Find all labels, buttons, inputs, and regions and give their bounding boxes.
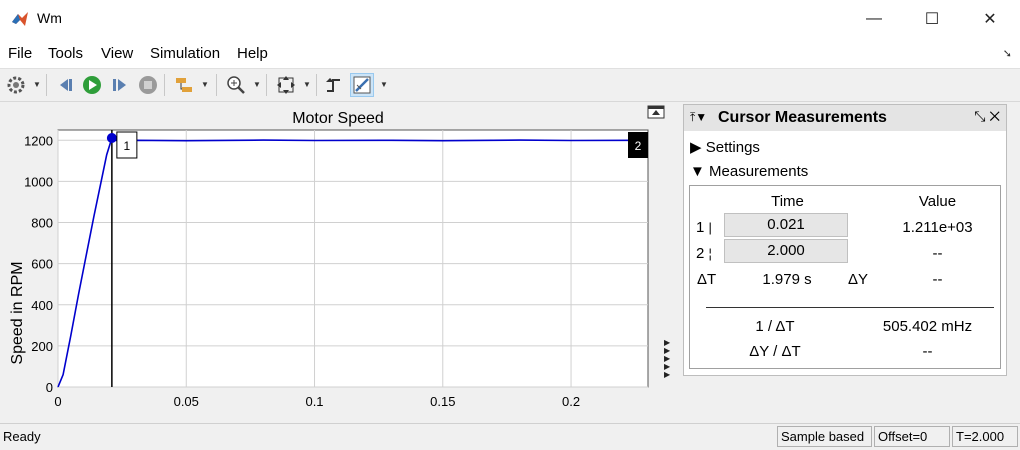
y-tick-label: 400: [31, 298, 53, 313]
status-ready: Ready: [3, 429, 41, 444]
delta-t-value: 1.979 s: [762, 271, 812, 288]
toolbar-separator: [266, 74, 267, 96]
cursor1-value: 1.211e+03: [902, 219, 973, 236]
x-tick-label: 0.1: [305, 394, 323, 409]
delta-y-label: ΔY: [848, 271, 869, 288]
cursor2-time-field[interactable]: 2.000: [724, 239, 848, 263]
toolbar: ▼ ▼ ▼ ▼ ▼: [0, 69, 1020, 102]
maximize-button[interactable]: ☐: [903, 0, 961, 38]
pin-icon[interactable]: ⤒▼: [690, 110, 707, 125]
inverse-delta-t-label: 1 / ΔT: [755, 318, 795, 335]
minimize-button[interactable]: —: [845, 0, 903, 38]
menu-help[interactable]: Help: [237, 45, 268, 62]
x-tick-label: 0: [54, 394, 61, 409]
y-tick-label: 200: [31, 339, 53, 354]
toolbar-separator: [46, 74, 47, 96]
measurements-table: Time Value 1 | 0.021 1.211e+03 2 ¦ 2.000…: [689, 185, 1001, 369]
status-bar: Ready Sample based Offset=0 T=2.000: [0, 423, 1020, 450]
scope-chart[interactable]: 0 0.05 0.1 0.15 0.2 0 200 400 600 800 1000 1200 1 2: [0, 102, 676, 422]
close-button[interactable]: ✕: [961, 0, 1019, 38]
zoom-in-icon[interactable]: [224, 73, 248, 97]
cursor-measurements-panel: ⤒▼ Cursor Measurements ⤡ ✕ ▶ Settings ▼ …: [683, 104, 1007, 376]
fit-to-view-icon[interactable]: [274, 73, 298, 97]
y-tick-label: 0: [46, 380, 53, 395]
matlab-logo-icon: [11, 10, 29, 28]
menu-simulation[interactable]: Simulation: [150, 45, 220, 62]
menu-view[interactable]: View: [101, 45, 133, 62]
x-tick-label: 0.05: [174, 394, 199, 409]
chevron-down-icon[interactable]: ▼: [303, 80, 311, 89]
window-title: Wm: [37, 10, 62, 26]
plot-background: [57, 129, 649, 388]
caret-down-icon: ▼: [690, 163, 705, 180]
step-back-icon[interactable]: [54, 73, 78, 97]
cursor-1-marker: [106, 133, 117, 144]
settings-section-toggle[interactable]: ▶ Settings: [690, 138, 760, 156]
y-tick-label: 600: [31, 257, 53, 272]
chevron-down-icon[interactable]: ▼: [33, 80, 41, 89]
col-header-time: Time: [771, 193, 804, 210]
collapse-arrows-icon[interactable]: ▶ ▶ ▶ ▶ ▶: [664, 339, 674, 379]
cursor2-value: --: [932, 245, 943, 262]
divider: [706, 307, 994, 308]
menu-file[interactable]: File: [8, 45, 32, 62]
dy-dt-label: ΔY / ΔT: [749, 343, 801, 360]
caret-right-icon: ▶: [690, 139, 702, 156]
cursor-1-label: 1: [124, 139, 131, 153]
dy-dt-value: --: [922, 343, 933, 360]
x-tick-label: 0.15: [430, 394, 455, 409]
scope-plot-area: Motor Speed Speed in RPM 0 0.05 0.1 0.15 0.2…: [0, 102, 676, 422]
cursor1-time-field[interactable]: 0.021: [724, 213, 848, 237]
cursor1-row-label: 1 |: [696, 219, 712, 236]
delta-t-label: ΔT: [697, 271, 717, 288]
measurements-section-toggle[interactable]: ▼ Measurements: [690, 163, 808, 180]
chevron-down-icon[interactable]: ▼: [253, 80, 261, 89]
y-tick-label: 800: [31, 216, 53, 231]
panel-title: Cursor Measurements: [718, 109, 887, 126]
y-tick-label: 1000: [24, 174, 53, 189]
status-offset: Offset=0: [874, 426, 950, 447]
status-time: T=2.000: [952, 426, 1018, 447]
toolbar-separator: [164, 74, 165, 96]
measurements-label: Measurements: [709, 163, 809, 180]
settings-gear-icon[interactable]: [4, 73, 28, 97]
inverse-delta-t-value: 505.402 mHz: [882, 318, 973, 335]
chevron-down-icon[interactable]: ▼: [380, 80, 388, 89]
stop-icon[interactable]: [136, 73, 160, 97]
y-tick-label: 1200: [24, 133, 53, 148]
title-bar: Wm — ☐ ✕: [0, 0, 1020, 38]
delta-y-value: --: [932, 271, 943, 288]
status-sample-mode: Sample based: [777, 426, 872, 447]
menu-tools[interactable]: Tools: [48, 45, 83, 62]
panel-close-icon[interactable]: ⤡ ✕: [974, 108, 1000, 125]
dock-arrow-icon[interactable]: ➘: [1003, 47, 1012, 60]
signal-select-icon[interactable]: [172, 73, 196, 97]
run-icon[interactable]: [80, 73, 104, 97]
triggers-icon[interactable]: [322, 73, 346, 97]
cursor2-row-label: 2 ¦: [696, 245, 712, 262]
panel-header: ⤒▼ Cursor Measurements ⤡ ✕: [684, 105, 1006, 131]
chevron-down-icon[interactable]: ▼: [201, 80, 209, 89]
col-header-value: Value: [918, 193, 957, 210]
step-forward-icon[interactable]: [108, 73, 132, 97]
cursor-2-label: 2: [635, 139, 642, 153]
toolbar-separator: [216, 74, 217, 96]
menu-bar: File Tools View Simulation Help ➘: [0, 38, 1020, 69]
settings-label: Settings: [705, 139, 760, 156]
toolbar-separator: [316, 74, 317, 96]
x-tick-label: 0.2: [562, 394, 580, 409]
cursor-measurements-icon[interactable]: [350, 73, 374, 97]
